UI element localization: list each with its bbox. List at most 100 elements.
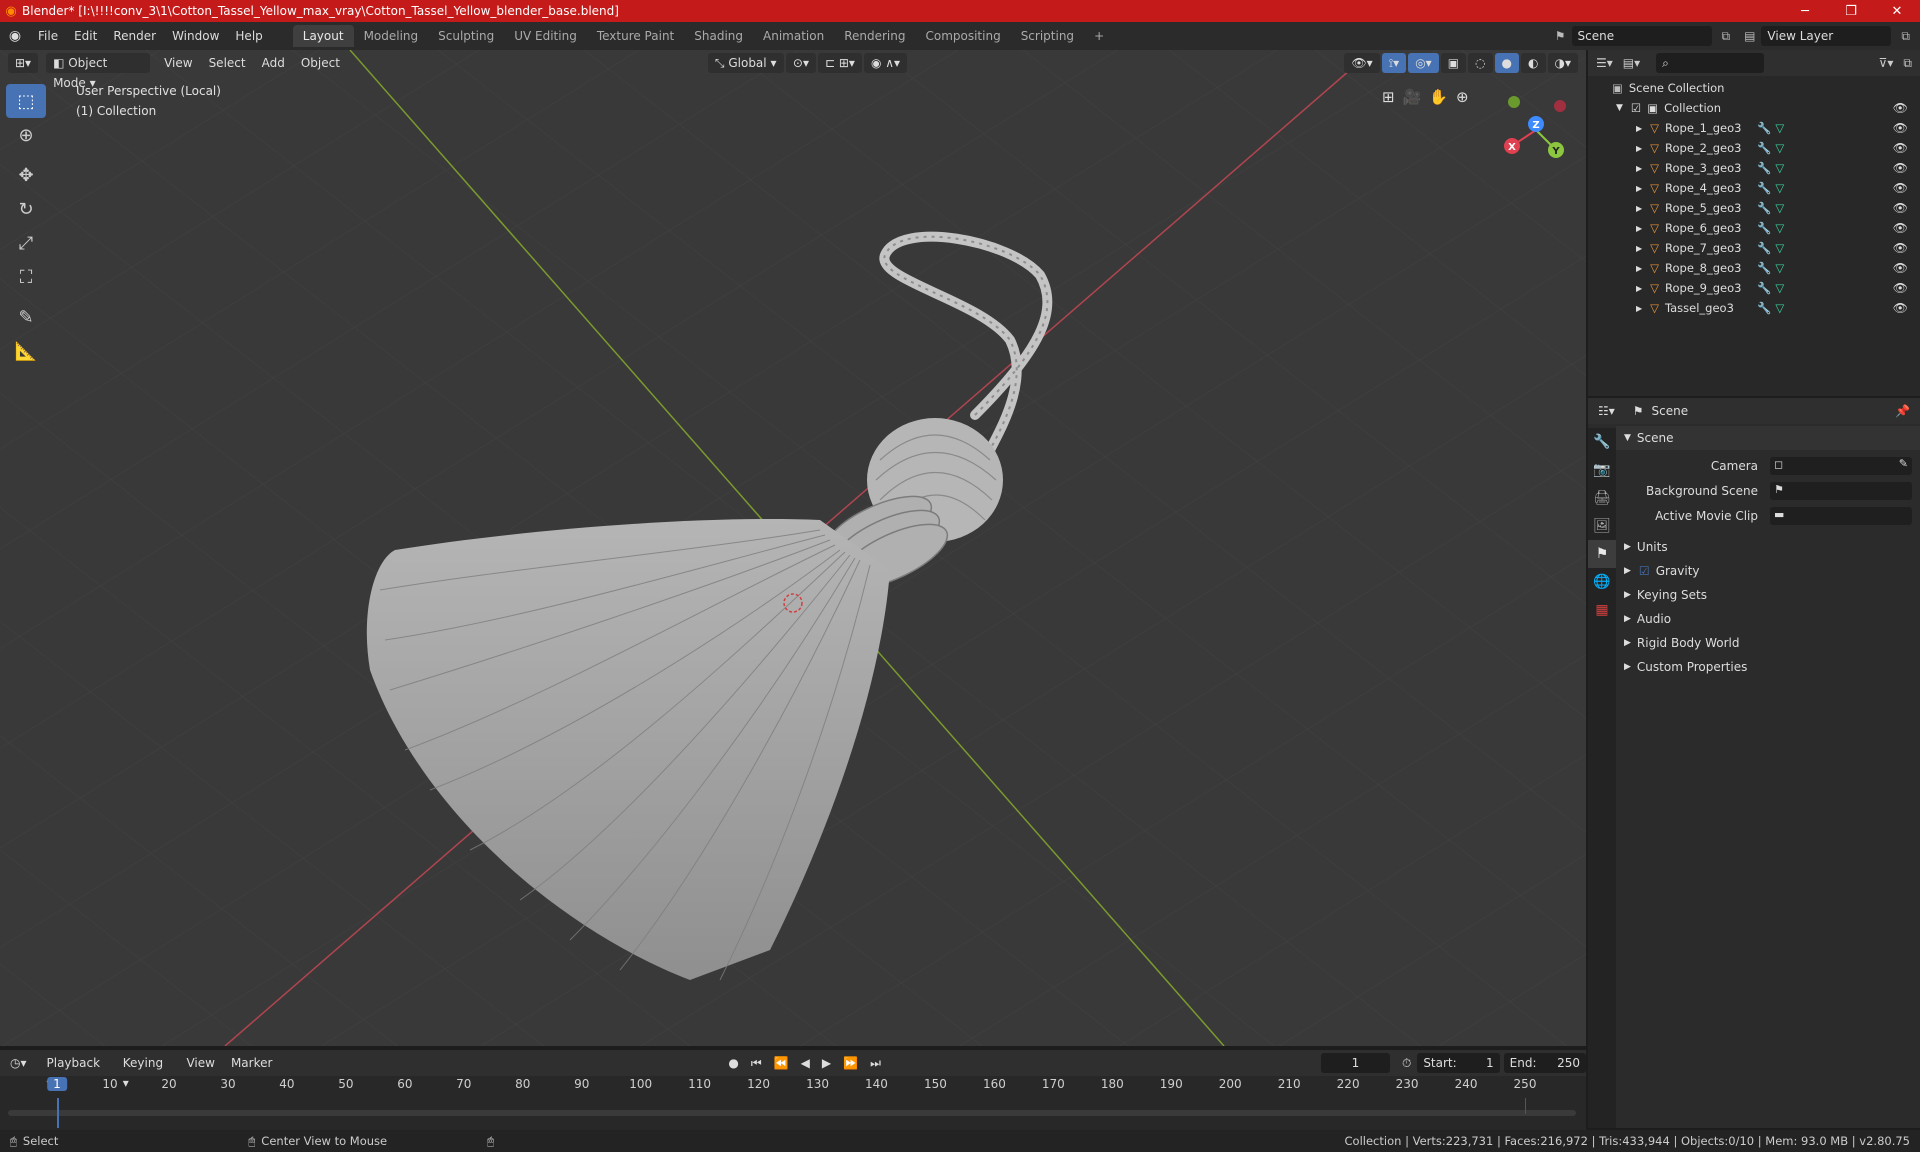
modifier-wrench-icon[interactable]: 🔧: [1757, 121, 1771, 135]
grid-view-icon[interactable]: ⊞: [1382, 88, 1395, 106]
jump-end-icon[interactable]: ⏭: [870, 1056, 881, 1071]
mesh-data-icon[interactable]: ▽: [1775, 201, 1784, 215]
outliner-scene-collection[interactable]: ▣ Scene Collection: [1588, 78, 1920, 98]
render-tab-icon[interactable]: 📷: [1588, 456, 1616, 484]
frame-tick[interactable]: 160: [983, 1077, 1006, 1091]
expand-arrow-icon[interactable]: ▶: [1636, 224, 1642, 233]
gravity-checkbox-icon[interactable]: ☑: [1639, 564, 1650, 578]
pivot-icon[interactable]: ⊙▾: [785, 53, 816, 73]
wireframe-shading-icon[interactable]: ◌: [1468, 53, 1493, 73]
next-keyframe-icon[interactable]: ⏩: [843, 1056, 858, 1071]
mesh-data-icon[interactable]: ▽: [1775, 141, 1784, 155]
material-shading-icon[interactable]: ◐: [1521, 53, 1546, 73]
timeline-editor-type-icon[interactable]: ◷▾: [10, 1056, 27, 1070]
mesh-data-icon[interactable]: ▽: [1775, 301, 1784, 315]
property-section-header[interactable]: ▶ Units: [1616, 535, 1920, 559]
frame-tick[interactable]: 30: [220, 1077, 235, 1091]
mesh-data-icon[interactable]: ▽: [1775, 161, 1784, 175]
eye-icon[interactable]: 👁: [1893, 181, 1908, 195]
mesh-data-icon[interactable]: ▽: [1775, 221, 1784, 235]
neg-y-axis-dot[interactable]: [1508, 96, 1520, 108]
modifier-wrench-icon[interactable]: 🔧: [1757, 141, 1771, 155]
frame-tick[interactable]: 100: [629, 1077, 652, 1091]
collection-checkbox-icon[interactable]: ☑: [1631, 101, 1641, 115]
properties-editor-type-icon[interactable]: ☷▾: [1598, 404, 1615, 418]
frame-tick[interactable]: 80: [515, 1077, 530, 1091]
tool-tab-icon[interactable]: 🔧: [1588, 428, 1616, 456]
transform-orientation-selector[interactable]: ⤡ Global ▾: [707, 53, 784, 73]
modifier-wrench-icon[interactable]: 🔧: [1757, 281, 1771, 295]
rendered-shading-icon[interactable]: ◑▾: [1547, 53, 1578, 73]
tab-sculpting[interactable]: Sculpting: [428, 25, 504, 47]
proportional-edit-icon[interactable]: ◉ ∧▾: [863, 53, 908, 73]
new-scene-icon[interactable]: ⧉: [1722, 29, 1731, 44]
navigation-gizmo[interactable]: Z X Y: [1496, 88, 1576, 168]
start-frame-field[interactable]: Start: 1: [1417, 1053, 1500, 1073]
overlay-toggle-icon[interactable]: ◎▾: [1408, 53, 1439, 73]
modifier-wrench-icon[interactable]: 🔧: [1757, 181, 1771, 195]
expand-arrow-icon[interactable]: ▶: [1636, 284, 1642, 293]
outliner-object-row[interactable]: ▶ ▽ Rope_3_geo3 🔧 ▽ 👁: [1588, 158, 1920, 178]
current-frame-tick[interactable]: 1: [47, 1077, 67, 1091]
output-tab-icon[interactable]: 🖨: [1588, 484, 1616, 512]
eye-icon[interactable]: 👁: [1893, 121, 1908, 135]
move-tool-icon[interactable]: ✥: [6, 158, 46, 192]
property-section-header[interactable]: ▶ Audio: [1616, 607, 1920, 631]
display-mode-icon[interactable]: ▤▾: [1623, 56, 1640, 70]
new-view-layer-icon[interactable]: ⧉: [1901, 29, 1910, 44]
outliner-object-row[interactable]: ▶ ▽ Rope_5_geo3 🔧 ▽ 👁: [1588, 198, 1920, 218]
outliner-editor-type-icon[interactable]: ☰▾: [1596, 56, 1613, 70]
property-section-header[interactable]: ▶ Rigid Body World: [1616, 631, 1920, 655]
timeline-menu-playback[interactable]: Playback ▾: [39, 1053, 115, 1090]
expand-arrow-icon[interactable]: ▶: [1636, 244, 1642, 253]
frame-tick[interactable]: 50: [338, 1077, 353, 1091]
property-section-header[interactable]: ▶ ☑ Gravity: [1616, 559, 1920, 583]
timeline-menu-view[interactable]: View: [178, 1053, 222, 1073]
timeline-scrollbar[interactable]: [8, 1110, 1576, 1116]
mode-selector[interactable]: ◧ Object Mode ▾: [46, 53, 151, 90]
frame-tick[interactable]: 240: [1455, 1077, 1478, 1091]
expand-arrow-icon[interactable]: ▶: [1636, 304, 1642, 313]
cursor-tool-icon[interactable]: ⊕: [6, 118, 46, 152]
eye-icon[interactable]: 👁: [1893, 301, 1908, 315]
visibility-icon[interactable]: 👁▾: [1344, 53, 1380, 73]
stopwatch-icon[interactable]: ⏱: [1402, 1056, 1411, 1071]
modifier-wrench-icon[interactable]: 🔧: [1757, 161, 1771, 175]
eye-icon[interactable]: 👁: [1893, 221, 1908, 235]
outliner-object-row[interactable]: ▶ ▽ Rope_1_geo3 🔧 ▽ 👁: [1588, 118, 1920, 138]
outliner-object-row[interactable]: ▶ ▽ Rope_8_geo3 🔧 ▽ 👁: [1588, 258, 1920, 278]
outliner-object-row[interactable]: ▶ ▽ Tassel_geo3 🔧 ▽ 👁: [1588, 298, 1920, 318]
active-movie-clip-field[interactable]: ▬: [1770, 507, 1912, 525]
property-section-header[interactable]: ▶ Keying Sets: [1616, 583, 1920, 607]
frame-tick[interactable]: 70: [456, 1077, 471, 1091]
maximize-button[interactable]: ❐: [1828, 0, 1874, 22]
property-section-header[interactable]: ▶ Custom Properties: [1616, 655, 1920, 679]
viewport-menu-object[interactable]: Object: [293, 53, 348, 73]
outliner-search-input[interactable]: ⌕: [1656, 53, 1765, 73]
xray-icon[interactable]: ▣: [1440, 53, 1467, 73]
eyedropper-icon[interactable]: ✎: [1899, 457, 1908, 470]
add-workspace-button[interactable]: +: [1084, 25, 1114, 47]
new-collection-icon[interactable]: ⧉: [1903, 56, 1912, 71]
solid-shading-icon[interactable]: ●: [1494, 53, 1520, 73]
outliner-object-row[interactable]: ▶ ▽ Rope_9_geo3 🔧 ▽ 👁: [1588, 278, 1920, 298]
menu-window[interactable]: Window: [164, 25, 227, 47]
eye-icon[interactable]: 👁: [1893, 101, 1908, 115]
timeline-menu-keying[interactable]: Keying ▾: [115, 1053, 179, 1090]
frame-tick[interactable]: 10: [102, 1077, 117, 1091]
record-icon[interactable]: ●: [728, 1056, 738, 1071]
rotate-tool-icon[interactable]: ↻: [6, 192, 46, 226]
frame-tick[interactable]: 200: [1219, 1077, 1242, 1091]
modifier-wrench-icon[interactable]: 🔧: [1757, 201, 1771, 215]
menu-edit[interactable]: Edit: [66, 25, 105, 47]
frame-tick[interactable]: 120: [747, 1077, 770, 1091]
collapse-arrow-icon[interactable]: ▼: [1616, 103, 1623, 113]
eye-icon[interactable]: 👁: [1893, 161, 1908, 175]
tab-shading[interactable]: Shading: [684, 25, 753, 47]
eye-icon[interactable]: 👁: [1893, 141, 1908, 155]
frame-tick[interactable]: 90: [574, 1077, 589, 1091]
viewport-menu-view[interactable]: View: [156, 53, 200, 73]
expand-arrow-icon[interactable]: ▶: [1636, 124, 1642, 133]
frame-tick[interactable]: 60: [397, 1077, 412, 1091]
frame-tick[interactable]: 230: [1396, 1077, 1419, 1091]
